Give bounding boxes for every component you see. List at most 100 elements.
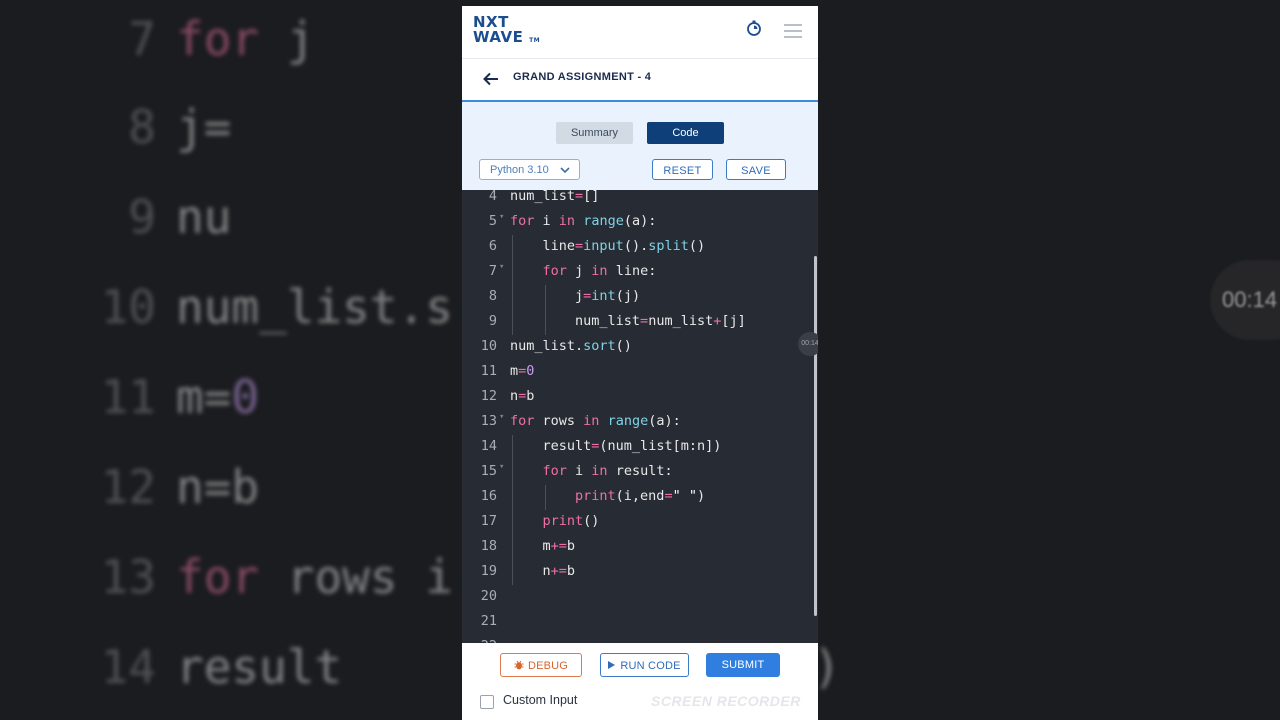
chevron-down-icon — [560, 167, 570, 174]
line-number: 20 — [480, 588, 497, 604]
line-number: 8 — [488, 288, 497, 304]
background-line-text: for rows i — [176, 550, 453, 604]
timer-bubble[interactable]: 00:14 — [798, 332, 818, 356]
code-text: m=0 — [510, 363, 535, 379]
line-number: 13 — [480, 413, 497, 429]
background-line-text: for j — [176, 12, 315, 66]
line-number: 18 — [480, 538, 497, 554]
line-number: 11 — [480, 363, 497, 379]
line-number: 19 — [480, 563, 497, 579]
code-line[interactable]: 11 m=0 — [462, 363, 818, 388]
code-line[interactable]: 16 print(i,end=" ") — [462, 485, 818, 513]
line-number: 14 — [480, 438, 497, 454]
line-number: 5 — [488, 213, 497, 229]
code-text: n+=b — [510, 563, 576, 579]
background-line-text: j= — [176, 100, 232, 154]
back-arrow-icon[interactable] — [482, 70, 500, 88]
custom-input-label: Custom Input — [503, 693, 578, 707]
fold-toggle-icon[interactable]: ▾ — [499, 462, 504, 472]
language-select[interactable]: Python 3.10 — [479, 159, 580, 180]
tab-summary[interactable]: Summary — [556, 122, 633, 144]
logo-tm: TM — [529, 37, 541, 44]
background-line-number: 13 — [100, 550, 156, 604]
code-text: num_list.sort() — [510, 338, 632, 354]
code-line[interactable]: 21 — [462, 613, 818, 638]
code-line[interactable]: 20 — [462, 588, 818, 613]
debug-label: DEBUG — [527, 660, 569, 672]
logo-line2: WAVE — [473, 28, 524, 46]
code-text: num_list=num_list+[j] — [510, 313, 746, 329]
line-number: 16 — [480, 488, 497, 504]
language-value: Python 3.10 — [490, 164, 549, 176]
top-bar: NXT WAVE TM — [462, 6, 818, 59]
code-line[interactable]: 4 num_list=[] — [462, 190, 818, 213]
code-line[interactable]: 7 ▾ for j in line: — [462, 260, 818, 288]
line-number: 4 — [488, 190, 497, 204]
bug-icon — [514, 660, 524, 670]
stopwatch-icon[interactable] — [746, 20, 762, 36]
code-editor[interactable]: 4 num_list=[] 5 ▾ for i in range(a): 6 line=i… — [462, 190, 818, 643]
line-number: 21 — [480, 613, 497, 629]
code-text: for j in line: — [542, 263, 657, 279]
code-line[interactable]: 10 num_list.sort() — [462, 338, 818, 363]
hamburger-menu-icon[interactable] — [784, 24, 802, 38]
background-line-text: num_list.s — [176, 280, 453, 334]
code-line[interactable]: 6 line=input().split() — [462, 235, 818, 263]
code-line[interactable]: 9 num_list=num_list+[j] — [462, 310, 818, 338]
assignment-header: GRAND ASSIGNMENT - 4 — [462, 59, 818, 102]
code-line[interactable]: 5 ▾ for i in range(a): — [462, 212, 818, 238]
nxtwave-logo[interactable]: NXT WAVE TM — [473, 15, 540, 48]
line-number: 12 — [480, 388, 497, 404]
submit-button[interactable]: SUBMIT — [706, 653, 780, 677]
code-line[interactable]: 8 j=int(j) — [462, 285, 818, 313]
fold-toggle-icon[interactable]: ▾ — [499, 212, 504, 222]
line-number: 9 — [488, 313, 497, 329]
background-line-number: 7 — [128, 12, 156, 66]
code-text: n=b — [510, 388, 535, 404]
background-timer: 00:14 — [1210, 260, 1280, 340]
run-code-button[interactable]: RUN CODE — [600, 653, 689, 677]
code-text: num_list=[] — [510, 190, 600, 204]
code-text: line=input().split() — [510, 238, 706, 254]
line-number: 15 — [480, 463, 497, 479]
code-text: print() — [542, 513, 600, 529]
code-line[interactable]: 13 ▾ for rows in range(a): — [462, 412, 818, 438]
action-bar: DEBUG RUN CODE SUBMIT Custom Input SCREE… — [462, 643, 818, 720]
code-text: m+=b — [510, 538, 576, 554]
tab-code[interactable]: Code — [647, 122, 724, 144]
background-line-number: 9 — [128, 190, 156, 244]
code-line[interactable]: 17 print() — [462, 510, 818, 538]
code-text: result=(num_list[m:n]) — [510, 438, 722, 454]
page-title: GRAND ASSIGNMENT - 4 — [513, 71, 652, 83]
tab-toolbar: Summary Code Python 3.10 RESET SAVE — [462, 102, 818, 190]
save-button[interactable]: SAVE — [726, 159, 786, 180]
background-line-number: 11 — [100, 370, 156, 424]
debug-button[interactable]: DEBUG — [500, 653, 582, 677]
code-line[interactable]: 12 n=b — [462, 388, 818, 413]
custom-input-checkbox[interactable] — [480, 695, 494, 709]
line-number: 17 — [480, 513, 497, 529]
background-line-number: 10 — [100, 280, 156, 334]
reset-button[interactable]: RESET — [652, 159, 713, 180]
editor-scrollbar[interactable] — [814, 256, 817, 616]
code-line[interactable]: 14 result=(num_list[m:n]) — [462, 435, 818, 463]
code-line[interactable]: 18 m+=b — [462, 535, 818, 563]
code-text: for i in range(a): — [510, 213, 657, 229]
code-text: j=int(j) — [510, 288, 641, 304]
code-text: for rows in range(a): — [510, 413, 681, 429]
code-text: print(i,end=" ") — [575, 488, 706, 504]
line-number: 6 — [488, 238, 497, 254]
code-line[interactable]: 19 n+=b — [462, 560, 818, 588]
code-text: for i in result: — [542, 463, 673, 479]
screen-recorder-watermark: SCREEN RECORDER — [651, 693, 801, 709]
fold-toggle-icon[interactable]: ▾ — [499, 262, 504, 272]
fold-toggle-icon[interactable]: ▾ — [499, 412, 504, 422]
play-icon — [608, 661, 616, 669]
background-line-text: m=0 — [176, 370, 260, 424]
background-line-text: n=b — [176, 460, 260, 514]
line-number: 10 — [480, 338, 497, 354]
background-line-number: 8 — [128, 100, 156, 154]
line-number: 7 — [488, 263, 497, 279]
phone-screen: NXT WAVE TM GRAND ASSIGNMENT - 4 Summary… — [462, 6, 818, 720]
code-line[interactable]: 15 ▾ for i in result: — [462, 460, 818, 488]
